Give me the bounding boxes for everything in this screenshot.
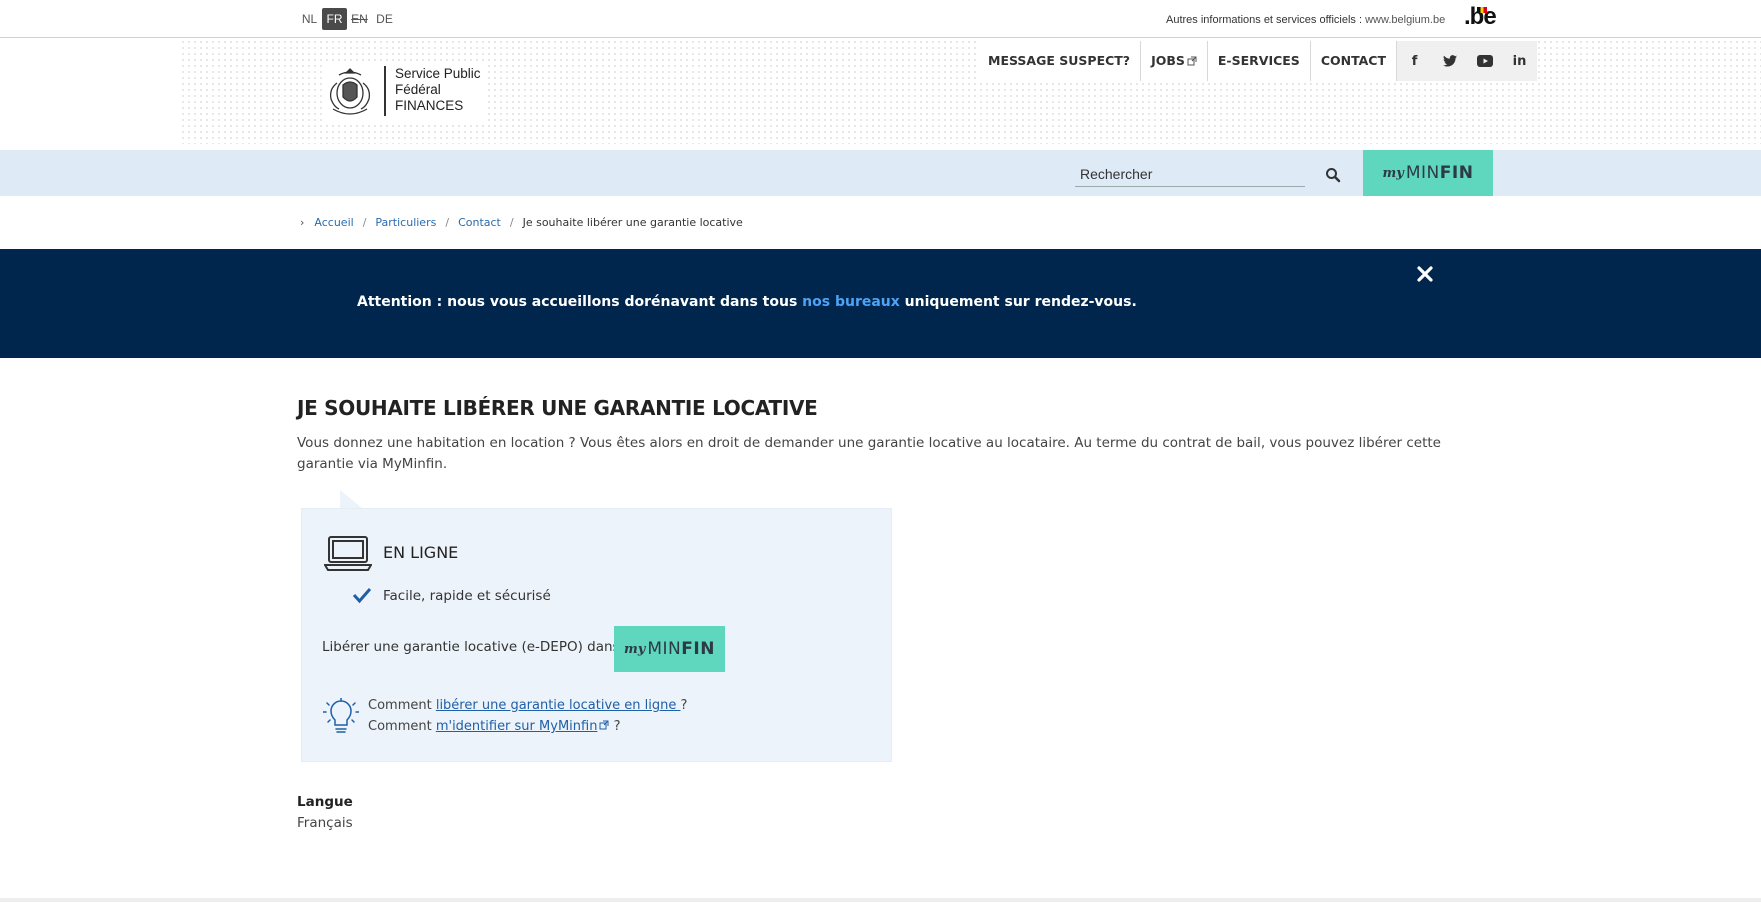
alert-banner: Attention : nous vous accueillons doréna… — [0, 249, 1761, 358]
nav-contact-label: CONTACT — [1320, 53, 1387, 68]
logo-line-2: Fédéral — [395, 82, 441, 97]
card-myminfin-my: my — [624, 641, 646, 657]
nav-contact[interactable]: CONTACT — [1311, 41, 1398, 81]
checkmark-icon — [352, 588, 372, 604]
card-myminfin-button[interactable]: my MIN FIN — [614, 626, 725, 672]
nav-e-services[interactable]: E-SERVICES — [1208, 41, 1311, 81]
header: Service Public Fédéral FINANCES MESSAGE … — [0, 39, 1761, 151]
lang-de[interactable]: DE — [372, 8, 397, 30]
spf-finances-logo[interactable]: Service Public Fédéral FINANCES — [325, 64, 485, 124]
laptop-icon — [324, 536, 372, 571]
belgium-link[interactable]: www.belgium.be — [1365, 14, 1445, 26]
logo-line-3: FINANCES — [395, 98, 464, 113]
breadcrumb-particuliers[interactable]: Particuliers — [375, 216, 436, 229]
online-card: EN LIGNE Facile, rapide et sécurisé Libé… — [301, 508, 892, 762]
identify-myminfin-link[interactable]: m'identifier sur MyMinfin — [436, 719, 598, 734]
how2-prefix: Comment — [368, 719, 436, 734]
search-input[interactable] — [1075, 162, 1305, 187]
lang-fr[interactable]: FR — [322, 8, 347, 30]
social-links: f in — [1397, 41, 1538, 81]
card-title: EN LIGNE — [383, 543, 459, 562]
nav-message-suspect[interactable]: MESSAGE SUSPECT? — [978, 41, 1142, 81]
language-switcher: NL FR EN DE — [297, 8, 397, 30]
how-identify-myminfin: Comment m'identifier sur MyMinfin ? — [368, 719, 620, 734]
external-link-icon — [1187, 56, 1197, 66]
nav-jobs-label: JOBS — [1151, 53, 1185, 68]
lang-nl[interactable]: NL — [297, 8, 322, 30]
top-bar: NL FR EN DE Autres informations et servi… — [0, 0, 1761, 38]
twitter-icon[interactable] — [1432, 41, 1467, 81]
breadcrumb: › Accueil / Particuliers / Contact / Je … — [300, 216, 743, 229]
how2-suffix: ? — [609, 719, 621, 734]
page-title: JE SOUHAITE LIBÉRER UNE GARANTIE LOCATIV… — [297, 396, 818, 420]
language-label: Langue — [297, 794, 353, 810]
youtube-icon[interactable] — [1467, 41, 1502, 81]
belgian-flag-icon — [1477, 7, 1487, 13]
official-info-label: Autres informations et services officiel… — [1166, 14, 1363, 26]
release-online-link[interactable]: libérer une garantie locative en ligne — [436, 698, 681, 713]
linkedin-icon[interactable]: in — [1502, 41, 1537, 81]
breadcrumb-contact[interactable]: Contact — [458, 216, 501, 229]
how-release-online: Comment libérer une garantie locative en… — [368, 698, 687, 713]
facebook-icon[interactable]: f — [1397, 41, 1432, 81]
card-myminfin-min: MIN — [647, 639, 682, 659]
how1-suffix: ? — [680, 698, 688, 713]
language-value: Français — [297, 815, 353, 831]
footer-divider — [0, 898, 1761, 902]
nav-message-suspect-label: MESSAGE SUSPECT? — [988, 53, 1131, 68]
search-button[interactable] — [1318, 163, 1348, 187]
breadcrumb-accueil[interactable]: Accueil — [314, 216, 353, 229]
myminfin-my: my — [1382, 165, 1404, 181]
lang-en[interactable]: EN — [347, 8, 372, 30]
breadcrumb-separator: / — [445, 216, 450, 229]
myminfin-button[interactable]: my MIN FIN — [1363, 150, 1493, 196]
card-notch — [340, 490, 362, 508]
be-logo[interactable]: .be — [1464, 3, 1497, 31]
logo-divider — [384, 66, 386, 116]
close-icon[interactable] — [1414, 263, 1436, 285]
belgian-crest-icon — [329, 68, 371, 115]
search-bar: my MIN FIN — [0, 150, 1761, 196]
nav-jobs[interactable]: JOBS — [1141, 41, 1208, 81]
search-icon — [1326, 168, 1341, 183]
page-intro: Vous donnez une habitation en location ?… — [297, 435, 1441, 472]
myminfin-min: MIN — [1405, 163, 1440, 183]
breadcrumb-current: Je souhaite libérer une garantie locativ… — [522, 216, 743, 229]
alert-text-before: Attention : nous vous accueillons doréna… — [357, 294, 803, 310]
external-link-icon — [599, 720, 609, 730]
logo-line-1: Service Public — [395, 66, 481, 81]
lightbulb-icon — [323, 698, 359, 733]
logo-text: Service Public Fédéral FINANCES — [395, 66, 481, 114]
release-text: Libérer une garantie locative (e-DEPO) d… — [322, 639, 620, 655]
alert-text-after: uniquement sur rendez-vous. — [899, 294, 1137, 310]
breadcrumb-separator: / — [362, 216, 367, 229]
official-info: Autres informations et services officiel… — [1166, 14, 1445, 26]
how1-prefix: Comment — [368, 698, 436, 713]
alert-text: Attention : nous vous accueillons doréna… — [357, 294, 1137, 310]
chevron-right-icon: › — [300, 216, 305, 229]
nav-e-services-label: E-SERVICES — [1217, 53, 1300, 68]
breadcrumb-separator: / — [509, 216, 514, 229]
top-navigation: MESSAGE SUSPECT? JOBS E-SERVICES CONTACT… — [978, 41, 1538, 81]
myminfin-fin: FIN — [1439, 163, 1474, 183]
alert-bureaux-link[interactable]: nos bureaux — [802, 294, 900, 310]
card-myminfin-fin: FIN — [681, 639, 715, 659]
check-text: Facile, rapide et sécurisé — [383, 588, 551, 604]
